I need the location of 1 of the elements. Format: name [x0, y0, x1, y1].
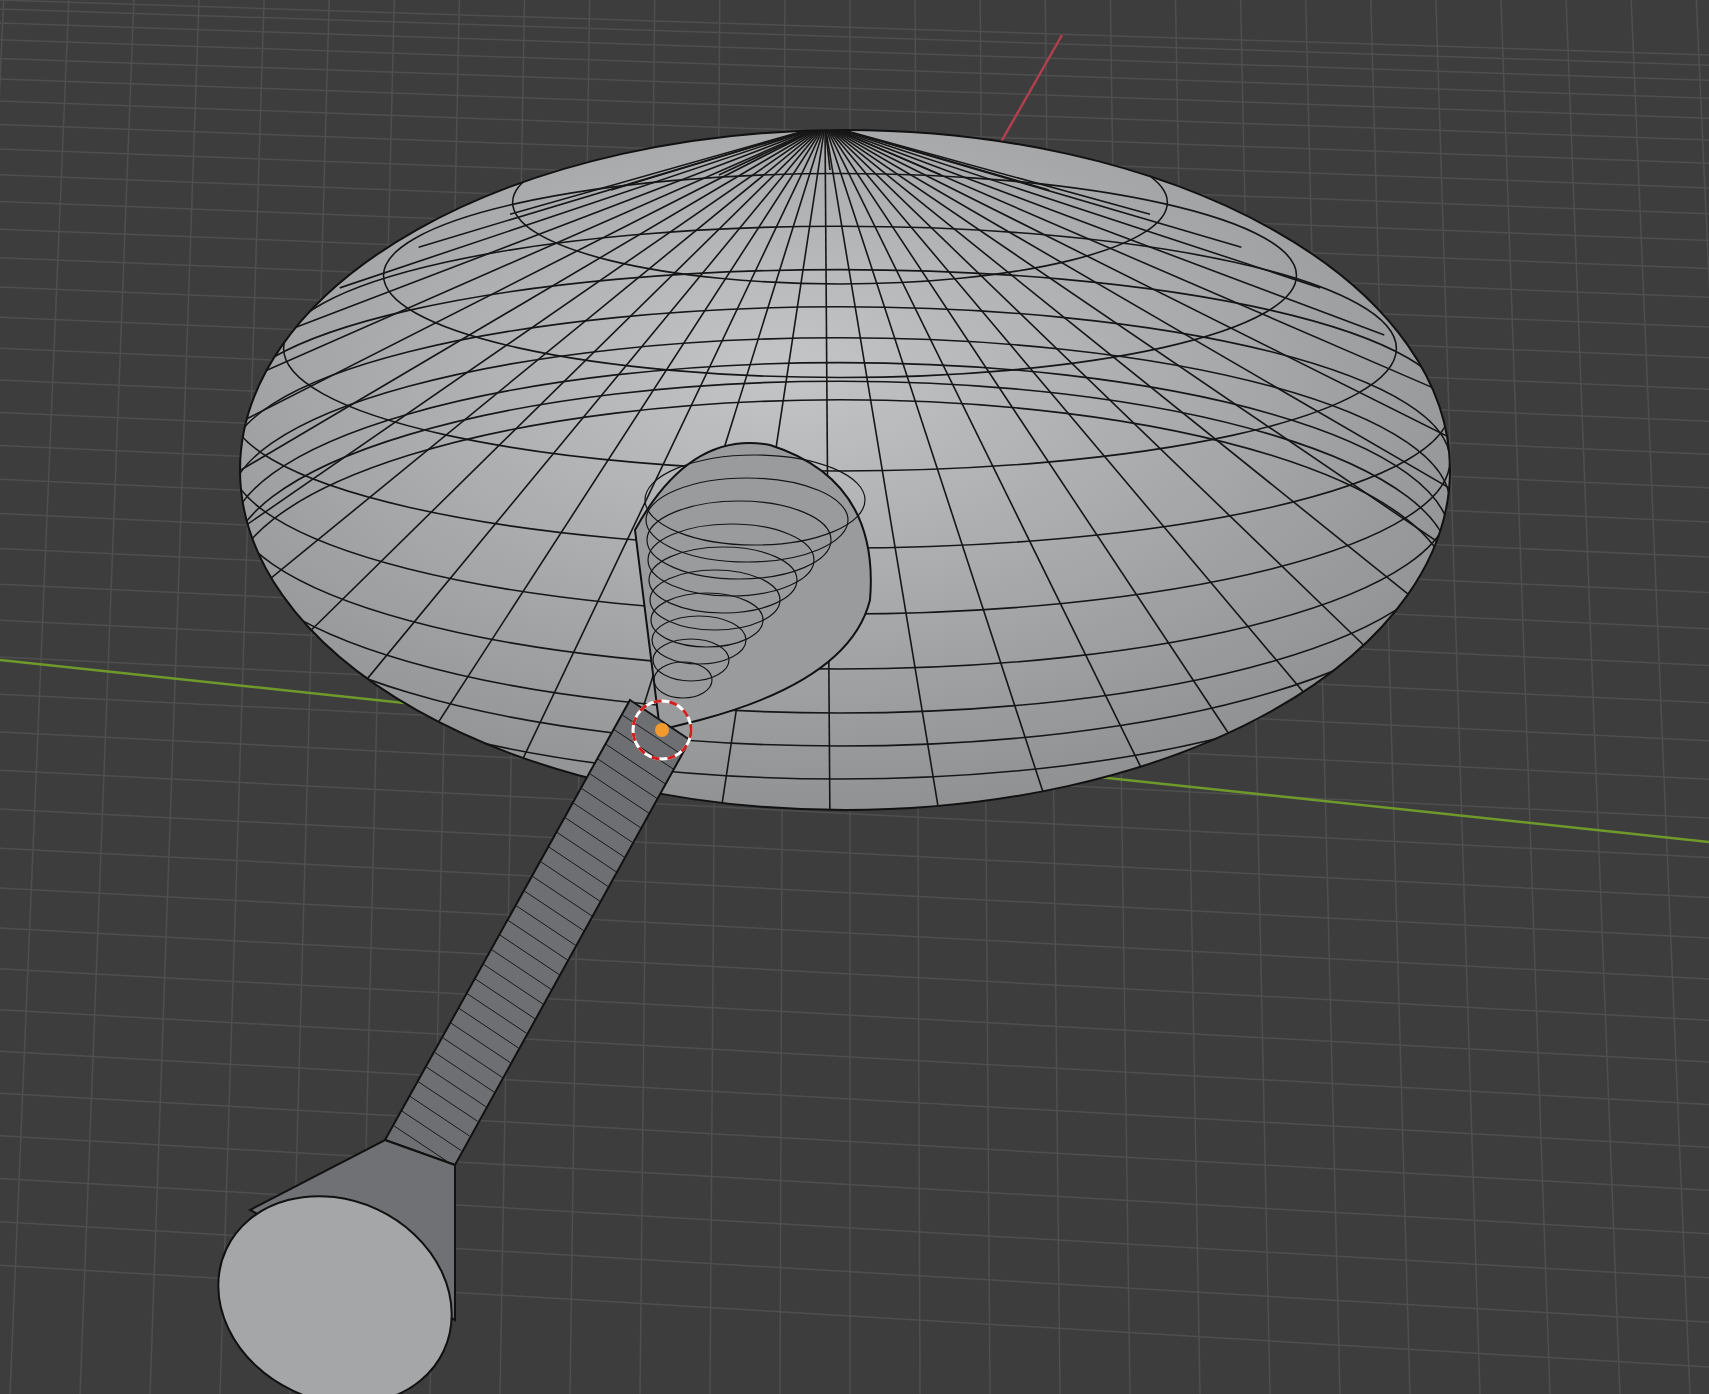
origin-marker-icon — [631, 699, 693, 761]
